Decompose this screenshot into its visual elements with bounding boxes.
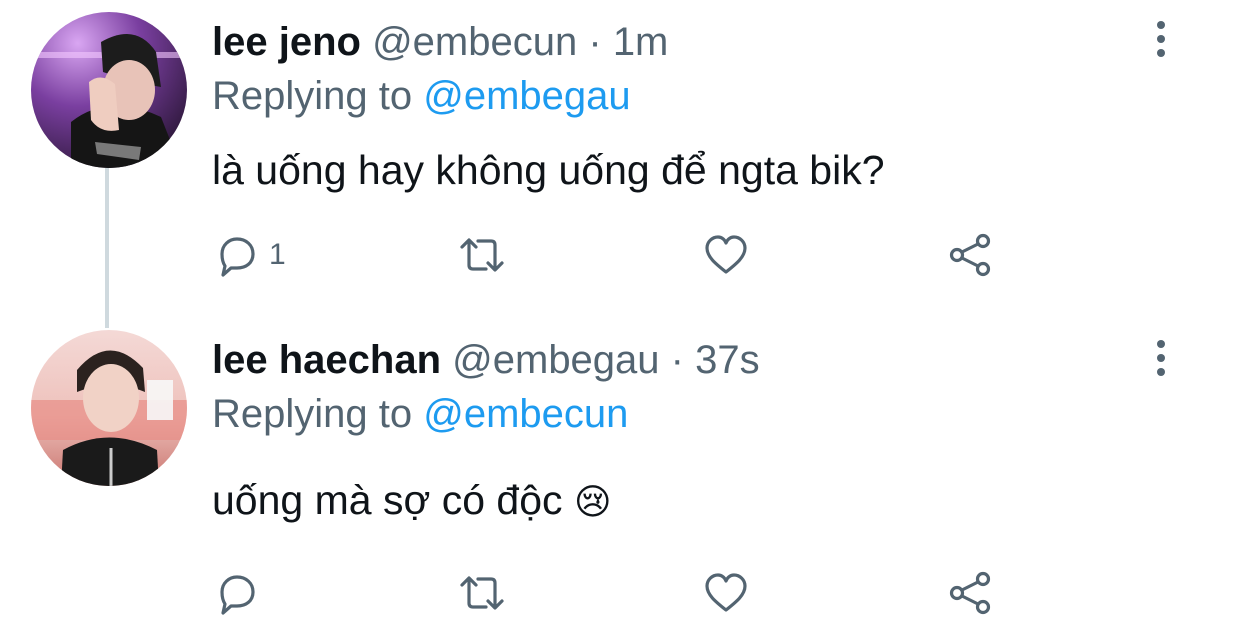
more-icon (1157, 21, 1165, 57)
tweet-text: uống mà sợ có độc 😢 (212, 470, 611, 530)
reply-icon (220, 237, 255, 277)
tweet-text: là uống hay không uống để ngta bik? (212, 147, 885, 193)
retweet-icon (460, 238, 504, 272)
separator: · (670, 338, 684, 382)
tweet[interactable]: lee jeno @embecun · 1m Replying to @embe… (0, 0, 1241, 320)
display-name[interactable]: lee jeno (212, 20, 361, 64)
tweet-header: lee jeno @embecun · 1m (212, 12, 668, 72)
retweet-button[interactable] (456, 230, 508, 280)
crying-face-emoji: 😢 (573, 481, 612, 522)
more-icon (1157, 340, 1165, 376)
like-icon (705, 573, 747, 612)
separator: · (588, 20, 602, 64)
mention-link[interactable]: @embegau (423, 74, 630, 118)
more-button[interactable] (1140, 18, 1182, 60)
share-icon (949, 571, 991, 615)
like-button[interactable] (702, 230, 750, 280)
avatar[interactable] (31, 12, 187, 168)
share-button[interactable] (946, 568, 994, 618)
tweet-header: lee haechan @embegau · 37s (212, 330, 760, 390)
avatar-photo (31, 12, 187, 168)
replying-to: Replying to @embegau (212, 68, 631, 124)
replying-prefix: Replying to (212, 74, 413, 118)
share-icon (949, 233, 991, 277)
reply-count: 1 (269, 238, 286, 271)
retweet-button[interactable] (456, 568, 508, 618)
tweet-text-content: uống mà sợ có độc (212, 477, 563, 523)
reply-button[interactable] (213, 568, 261, 618)
handle[interactable]: @embegau (452, 338, 659, 382)
like-icon (705, 235, 747, 274)
replying-to: Replying to @embecun (212, 386, 628, 442)
like-button[interactable] (702, 568, 750, 618)
timestamp[interactable]: 37s (695, 338, 760, 382)
more-button[interactable] (1140, 337, 1182, 379)
replying-prefix: Replying to (212, 392, 413, 436)
mention-link[interactable]: @embecun (423, 392, 628, 436)
avatar[interactable] (31, 330, 187, 486)
share-button[interactable] (946, 230, 994, 280)
reply-button[interactable]: 1 (213, 230, 286, 280)
tweet[interactable]: lee haechan @embegau · 37s Replying to @… (0, 320, 1241, 643)
handle[interactable]: @embecun (372, 20, 577, 64)
avatar-photo (31, 330, 187, 486)
timestamp[interactable]: 1m (613, 20, 669, 64)
reply-icon (220, 575, 255, 615)
retweet-icon (460, 576, 504, 610)
display-name[interactable]: lee haechan (212, 338, 441, 382)
